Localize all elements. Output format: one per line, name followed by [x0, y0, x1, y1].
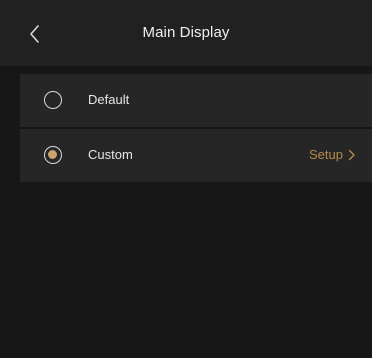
setup-link[interactable]: Setup: [309, 147, 356, 162]
options-list: Default Custom Setup: [0, 66, 372, 358]
top-bar: Main Display: [0, 0, 372, 66]
option-row-custom[interactable]: Custom Setup: [20, 129, 372, 182]
option-row-default[interactable]: Default: [20, 74, 372, 127]
chevron-right-icon: [348, 149, 356, 161]
radio-default[interactable]: [44, 91, 62, 109]
page-title: Main Display: [142, 24, 230, 41]
option-label-custom: Custom: [88, 147, 133, 162]
radio-selected-dot: [48, 150, 57, 159]
radio-custom[interactable]: [44, 146, 62, 164]
setup-label: Setup: [309, 147, 343, 162]
option-label-default: Default: [88, 92, 130, 107]
